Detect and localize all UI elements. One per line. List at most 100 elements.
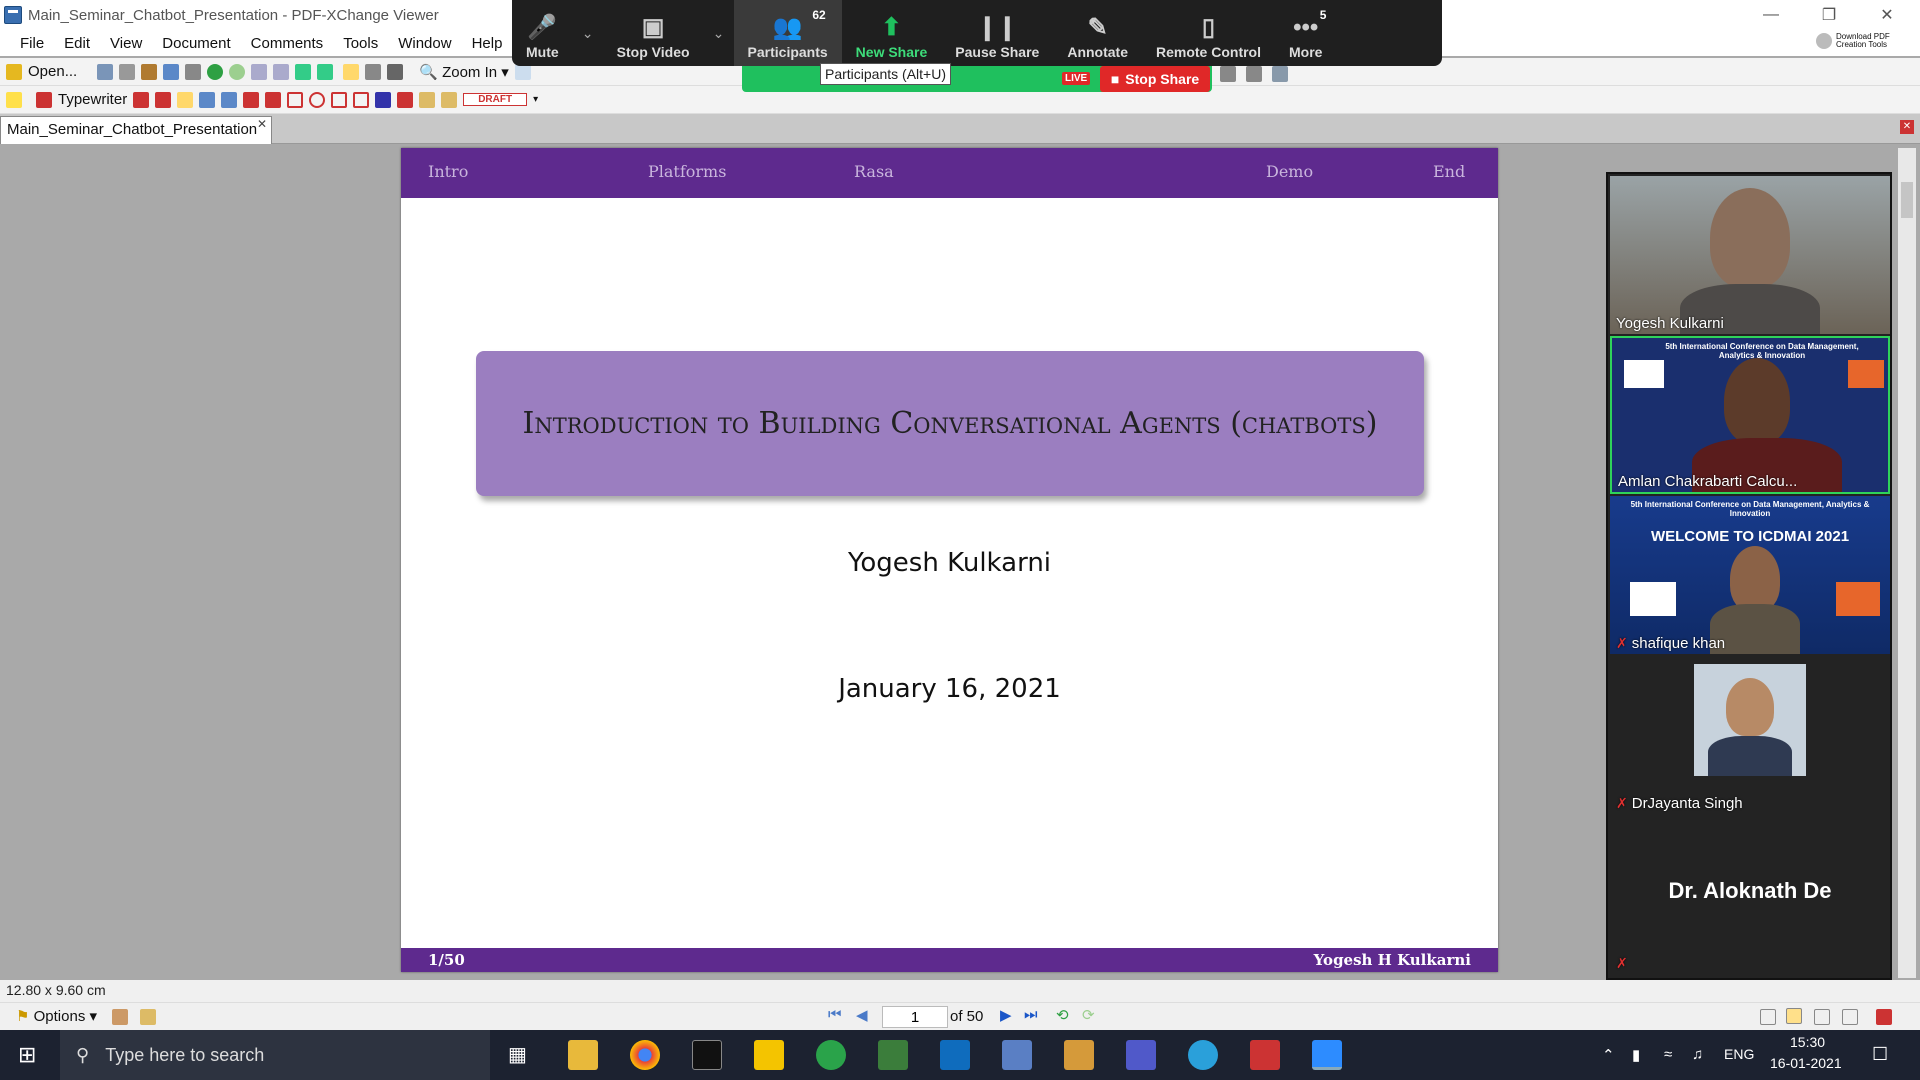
draft-stamp-button[interactable]: DRAFT [463,93,528,106]
eraser-icon[interactable] [419,91,436,108]
zoom-in-button[interactable]: 🔍 Zoom In ▾ [419,63,509,81]
close-tab-icon[interactable]: ✕ [257,117,267,131]
menu-help[interactable]: Help [472,35,503,52]
snapshot-icon[interactable] [365,63,382,80]
slide-nav-platforms[interactable]: Platforms [648,162,726,181]
select-icon[interactable] [387,63,404,80]
annotate-button[interactable]: ✎ Annotate [1053,0,1142,66]
zoom-app-icon[interactable] [1312,1040,1342,1070]
underline-icon[interactable] [221,91,238,108]
ocr-icon[interactable] [185,63,202,80]
stamp-dropdown-icon[interactable]: ▾ [533,94,538,105]
redo-icon[interactable] [273,63,290,80]
language-indicator[interactable]: ENG [1724,1046,1754,1062]
clock-time[interactable]: 15:30 [1790,1034,1825,1050]
hand-tool-icon[interactable] [343,63,360,80]
highlight-text-icon[interactable] [177,91,194,108]
highlight-fields-icon[interactable] [140,1009,156,1025]
menu-tools[interactable]: Tools [343,35,378,52]
last-page-icon[interactable]: ⏭ [1024,1006,1038,1023]
taskbar-search[interactable]: ⚲ Type here to search [60,1030,490,1080]
slide-nav-end[interactable]: End [1433,162,1465,181]
wifi-icon[interactable]: ≈ [1664,1046,1672,1063]
participants-button[interactable]: 👥 62 Participants [733,0,842,66]
audio-options-chevron-icon[interactable]: ⌄ [573,0,603,66]
participant-tile[interactable]: ✗ DrJayanta Singh [1610,656,1890,814]
file-explorer-icon[interactable] [568,1040,598,1070]
stamp-icon[interactable] [441,91,458,108]
menu-comments[interactable]: Comments [251,35,324,52]
close-button[interactable]: ✕ [1864,0,1910,30]
restore-button[interactable]: ❐ [1806,0,1852,30]
pin-icon[interactable] [375,91,392,108]
cloud-icon[interactable] [353,91,370,108]
link-icon[interactable] [1220,66,1236,82]
next-page-icon[interactable]: ▶ [1000,1006,1012,1024]
windows-start-icon[interactable]: ⊞ [18,1042,36,1068]
battery-icon[interactable]: ▮ [1632,1046,1640,1064]
download-tools-button[interactable]: Download PDF Creation Tools [1816,28,1916,54]
stamp-tool-icon[interactable] [1272,66,1288,82]
forward-icon[interactable] [229,63,246,80]
minimize-button[interactable]: — [1748,0,1794,30]
stop-video-button[interactable]: ▣ Stop Video [603,0,704,66]
single-page-icon[interactable] [1760,1009,1776,1025]
scan-icon[interactable] [163,63,180,80]
pause-share-button[interactable]: ❙❙ Pause Share [941,0,1053,66]
textbox-icon[interactable] [133,91,150,108]
typewriter-button[interactable]: Typewriter [58,91,127,108]
oval-icon[interactable] [309,91,326,108]
mute-button[interactable]: 🎤 Mute [512,0,573,66]
new-share-button[interactable]: ⬆ New Share [842,0,942,66]
page-number-input[interactable] [882,1006,948,1028]
open-button[interactable]: Open... [28,63,77,80]
forward-view-icon[interactable]: ⟳ [1082,1006,1095,1024]
save-icon[interactable] [97,63,114,80]
facing-pages-icon[interactable] [1814,1009,1830,1025]
export-icon[interactable] [317,63,334,80]
previous-page-icon[interactable]: ◀ [856,1006,868,1024]
menu-file[interactable]: File [20,35,44,52]
teams-icon[interactable] [1126,1040,1156,1070]
scrollbar-thumb[interactable] [1901,182,1913,218]
sticky-note-icon[interactable] [6,91,22,108]
options-button[interactable]: ⚑ Options ▾ [16,1007,97,1025]
terminal-icon[interactable] [692,1040,722,1070]
participant-tile[interactable]: Dr. Aloknath De ✗ [1610,816,1890,974]
continuous-page-icon[interactable] [1786,1008,1802,1024]
pdf-viewer-icon[interactable] [1250,1040,1280,1070]
rectangle-icon[interactable] [287,91,304,108]
document-tab[interactable]: Main_Seminar_Chatbot_Presentation ✕ [0,116,272,144]
chrome-icon[interactable] [630,1040,660,1070]
participant-tile-active-speaker[interactable]: 5th International Conference on Data Man… [1610,336,1890,494]
telegram-icon[interactable] [1188,1040,1218,1070]
stop-share-button[interactable]: ■ Stop Share [1100,66,1210,92]
folder-app-icon[interactable] [1064,1040,1094,1070]
print-icon[interactable] [119,63,136,80]
close-document-icon[interactable]: ✕ [1900,120,1914,134]
slide-nav-demo[interactable]: Demo [1266,162,1313,181]
menu-edit[interactable]: Edit [64,35,90,52]
email-icon[interactable] [141,63,158,80]
volume-icon[interactable]: ♫ [1692,1046,1703,1063]
remote-control-button[interactable]: ▯ Remote Control [1142,0,1275,66]
pdf-tools-icon[interactable] [1876,1009,1892,1025]
strikeout-icon[interactable] [199,91,216,108]
continuous-facing-icon[interactable] [1842,1009,1858,1025]
back-icon[interactable] [207,63,224,80]
participant-tile[interactable]: Yogesh Kulkarni [1610,176,1890,334]
task-view-icon[interactable]: ▦ [508,1042,527,1067]
menu-document[interactable]: Document [162,35,230,52]
undo-icon[interactable] [251,63,268,80]
arrow-icon[interactable] [243,91,260,108]
outlook-icon[interactable] [940,1040,970,1070]
video-options-chevron-icon[interactable]: ⌄ [704,0,734,66]
network-app-icon[interactable] [1002,1040,1032,1070]
show-hidden-icons-icon[interactable]: ⌃ [1602,1046,1615,1064]
participant-tile[interactable]: 5th International Conference on Data Man… [1610,496,1890,654]
comment-list-icon[interactable] [112,1009,128,1025]
polygon-icon[interactable] [331,91,348,108]
slide-nav-rasa[interactable]: Rasa [854,162,894,181]
spreadsheet-icon[interactable] [878,1040,908,1070]
slide-nav-intro[interactable]: Intro [428,162,468,181]
